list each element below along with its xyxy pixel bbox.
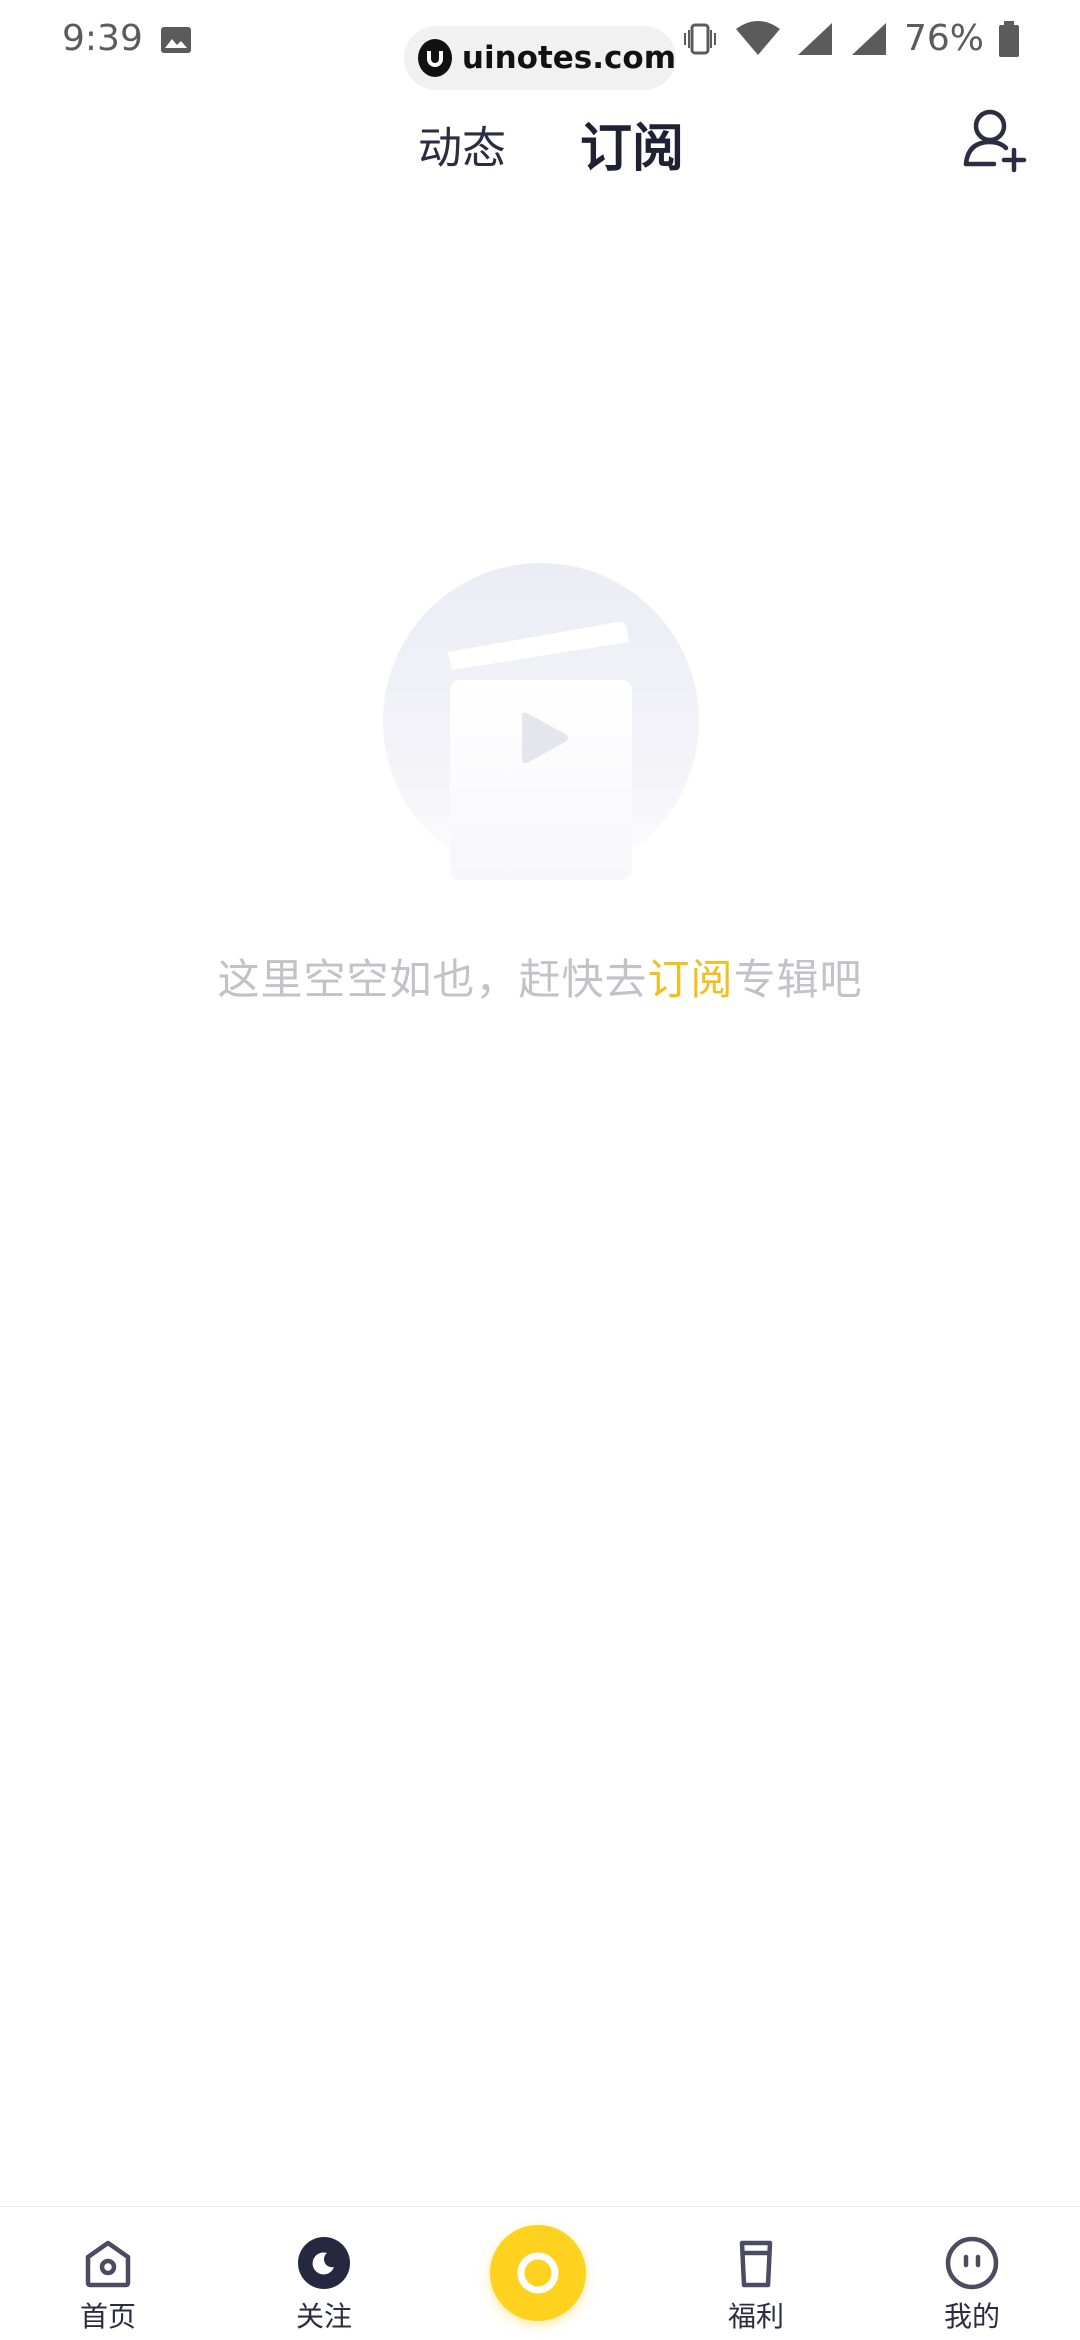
nav-label-home: 首页 <box>79 2300 136 2333</box>
empty-state-text: 这里空空如也，赶快去订阅专辑吧 <box>0 946 1080 1007</box>
header: 动态 订阅 <box>0 84 1080 204</box>
battery-percent: 76% <box>903 18 984 59</box>
signal-2-icon <box>851 22 886 55</box>
empty-text-subscribe-link[interactable]: 订阅 <box>647 955 733 1004</box>
add-friend-icon[interactable] <box>960 104 1030 174</box>
watermark-text: uinotes.com <box>461 40 676 76</box>
nav-item-home[interactable]: 首页 <box>38 2207 178 2340</box>
status-right-group: 76% <box>680 18 1020 59</box>
nav-label-follow: 关注 <box>295 2300 352 2333</box>
empty-text-after: 专辑吧 <box>733 955 863 1004</box>
nav-item-welfare[interactable]: 福利 <box>686 2207 826 2340</box>
face-icon <box>945 2236 999 2290</box>
signal-icon <box>797 22 832 55</box>
status-time: 9:39 <box>62 18 143 59</box>
watermark-badge: uinotes.com <box>404 26 676 90</box>
nav-item-follow[interactable]: 关注 <box>254 2207 394 2340</box>
moon-icon <box>298 2237 350 2289</box>
empty-subscription-illustration <box>383 563 699 880</box>
nav-label-mine: 我的 <box>943 2300 1000 2333</box>
vibrate-icon <box>683 23 716 54</box>
status-bar: 9:39 uinotes.com 76% <box>0 0 1080 90</box>
nav-item-mine[interactable]: 我的 <box>902 2207 1042 2340</box>
play-center-icon <box>517 2252 559 2294</box>
watermark-logo-icon <box>418 39 452 77</box>
battery-icon <box>999 20 1019 57</box>
nav-label-welfare: 福利 <box>727 2300 784 2333</box>
screen: 9:39 uinotes.com 76% 动态 订阅 这里空空如也，赶快去订阅专… <box>0 0 1080 2340</box>
bottom-nav: 首页 关注 福利 我的 <box>0 2206 1080 2340</box>
home-icon <box>85 2240 131 2288</box>
image-notification-icon <box>161 27 191 53</box>
tab-dongtai[interactable]: 动态 <box>418 112 506 176</box>
cup-icon <box>739 2240 773 2288</box>
empty-text-before: 这里空空如也，赶快去 <box>217 955 648 1004</box>
tab-dingyue[interactable]: 订阅 <box>580 106 684 181</box>
wifi-icon <box>735 20 780 55</box>
center-play-button[interactable] <box>490 2225 586 2321</box>
